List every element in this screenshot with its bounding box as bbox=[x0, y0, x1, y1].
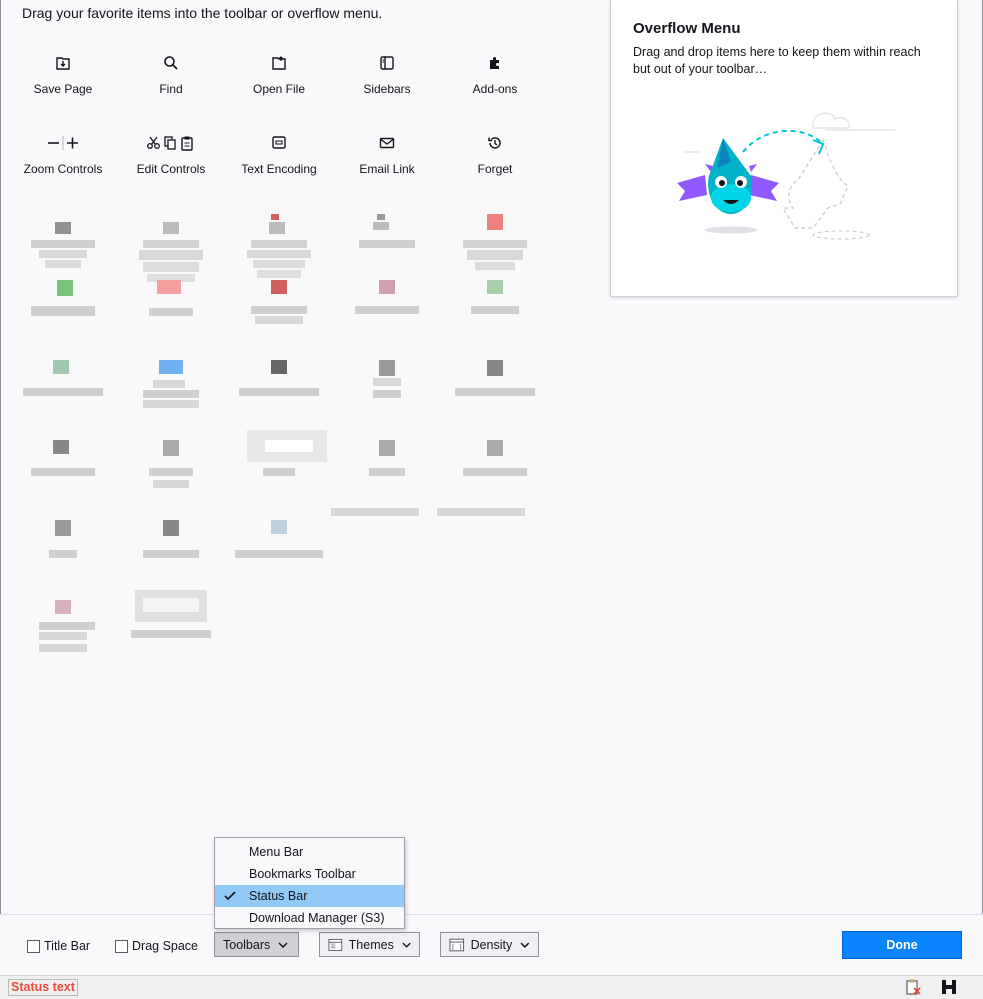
title-bar-checkbox[interactable]: Title Bar bbox=[27, 939, 90, 953]
overflow-menu-description: Drag and drop items here to keep them wi… bbox=[633, 45, 921, 76]
overflow-menu-panel: Overflow Menu Drag and drop items here t… bbox=[610, 0, 958, 297]
redacted-items-row bbox=[9, 520, 549, 600]
toolbars-button[interactable]: Toolbars bbox=[214, 932, 299, 957]
palette-item-open-file[interactable]: Open File bbox=[225, 40, 333, 120]
sidebars-icon bbox=[378, 50, 396, 76]
customize-heading: Drag your favorite items into the toolba… bbox=[22, 5, 383, 21]
redacted-item[interactable] bbox=[9, 520, 117, 600]
redacted-item[interactable] bbox=[225, 200, 333, 280]
themes-icon bbox=[328, 938, 343, 951]
toolbars-menu: Menu Bar Bookmarks Toolbar Status Bar Do… bbox=[214, 837, 405, 929]
redacted-items-row bbox=[9, 200, 549, 282]
palette-item-find[interactable]: Find bbox=[117, 40, 225, 120]
edit-controls-icon bbox=[146, 130, 196, 156]
chevron-down-icon bbox=[278, 941, 288, 948]
status-text: Status text bbox=[8, 979, 78, 996]
zoom-controls-icon bbox=[46, 130, 80, 156]
chevron-down-icon bbox=[402, 942, 411, 948]
open-file-icon bbox=[270, 50, 288, 76]
palette-item-forget[interactable]: Forget bbox=[441, 120, 549, 200]
redacted-item[interactable] bbox=[331, 440, 441, 520]
overflow-menu-title: Overflow Menu bbox=[633, 20, 741, 37]
done-button[interactable]: Done bbox=[842, 931, 962, 959]
palette-item-save-page[interactable]: Save Page bbox=[9, 40, 117, 120]
redacted-item[interactable] bbox=[9, 360, 117, 440]
redacted-item[interactable] bbox=[225, 520, 333, 600]
drag-space-checkbox[interactable]: Drag Space bbox=[115, 939, 198, 953]
themes-button[interactable]: Themes bbox=[319, 932, 420, 957]
redacted-item[interactable] bbox=[437, 440, 549, 520]
redacted-item[interactable] bbox=[333, 280, 441, 360]
redacted-item[interactable] bbox=[441, 200, 549, 280]
palette-item-add-ons[interactable]: Add-ons bbox=[441, 40, 549, 120]
redacted-item[interactable] bbox=[333, 200, 441, 280]
redacted-item[interactable] bbox=[441, 360, 549, 440]
redacted-item[interactable] bbox=[117, 520, 225, 600]
menu-item-bookmarks-toolbar[interactable]: Bookmarks Toolbar bbox=[215, 863, 404, 885]
palette-item-email-link[interactable]: Email Link bbox=[333, 120, 441, 200]
clipboard-icon[interactable] bbox=[904, 978, 922, 996]
redacted-item[interactable] bbox=[117, 360, 225, 440]
checkbox-box[interactable] bbox=[27, 939, 40, 953]
status-bar bbox=[0, 975, 983, 999]
redacted-item[interactable] bbox=[225, 430, 333, 520]
menu-item-download-manager[interactable]: Download Manager (S3) bbox=[215, 907, 404, 929]
text-encoding-icon bbox=[270, 130, 288, 156]
checkmark-icon bbox=[224, 891, 236, 901]
find-icon bbox=[162, 50, 180, 76]
redacted-item[interactable] bbox=[117, 280, 225, 360]
redacted-items-row bbox=[9, 590, 549, 680]
menu-item-menu-bar[interactable]: Menu Bar bbox=[215, 841, 404, 863]
save-page-icon bbox=[54, 50, 72, 76]
redacted-item[interactable] bbox=[9, 440, 117, 520]
palette-item-edit-controls[interactable]: Edit Controls bbox=[117, 120, 225, 200]
dragon-illustration-icon bbox=[677, 112, 895, 240]
redacted-item[interactable] bbox=[441, 280, 549, 360]
chevron-down-icon bbox=[520, 942, 530, 948]
redacted-item[interactable] bbox=[9, 600, 117, 680]
density-button[interactable]: Density bbox=[440, 932, 539, 957]
redacted-items-row bbox=[9, 430, 549, 520]
email-link-icon bbox=[378, 130, 396, 156]
palette-item-zoom-controls[interactable]: Zoom Controls bbox=[9, 120, 117, 200]
menu-item-status-bar[interactable]: Status Bar bbox=[215, 885, 404, 907]
customize-palette: Save Page Find Open File Sidebars Add-on… bbox=[9, 40, 549, 680]
checkbox-box[interactable] bbox=[115, 939, 128, 953]
palette-item-sidebars[interactable]: Sidebars bbox=[333, 40, 441, 120]
density-icon bbox=[449, 938, 465, 951]
redacted-items-row bbox=[9, 360, 549, 440]
add-ons-icon bbox=[486, 50, 504, 76]
forget-icon bbox=[486, 130, 504, 156]
redacted-item[interactable] bbox=[117, 440, 225, 520]
redacted-item[interactable] bbox=[333, 360, 441, 440]
redacted-item[interactable] bbox=[225, 360, 333, 440]
h-logo-icon[interactable] bbox=[940, 978, 958, 996]
redacted-item[interactable] bbox=[225, 280, 333, 360]
redacted-items-row bbox=[9, 280, 549, 360]
redacted-item[interactable] bbox=[9, 200, 117, 280]
redacted-item[interactable] bbox=[9, 280, 117, 360]
redacted-item[interactable] bbox=[117, 590, 225, 680]
window-border-left bbox=[0, 0, 1, 975]
palette-item-text-encoding[interactable]: Text Encoding bbox=[225, 120, 333, 200]
redacted-item[interactable] bbox=[117, 200, 225, 282]
